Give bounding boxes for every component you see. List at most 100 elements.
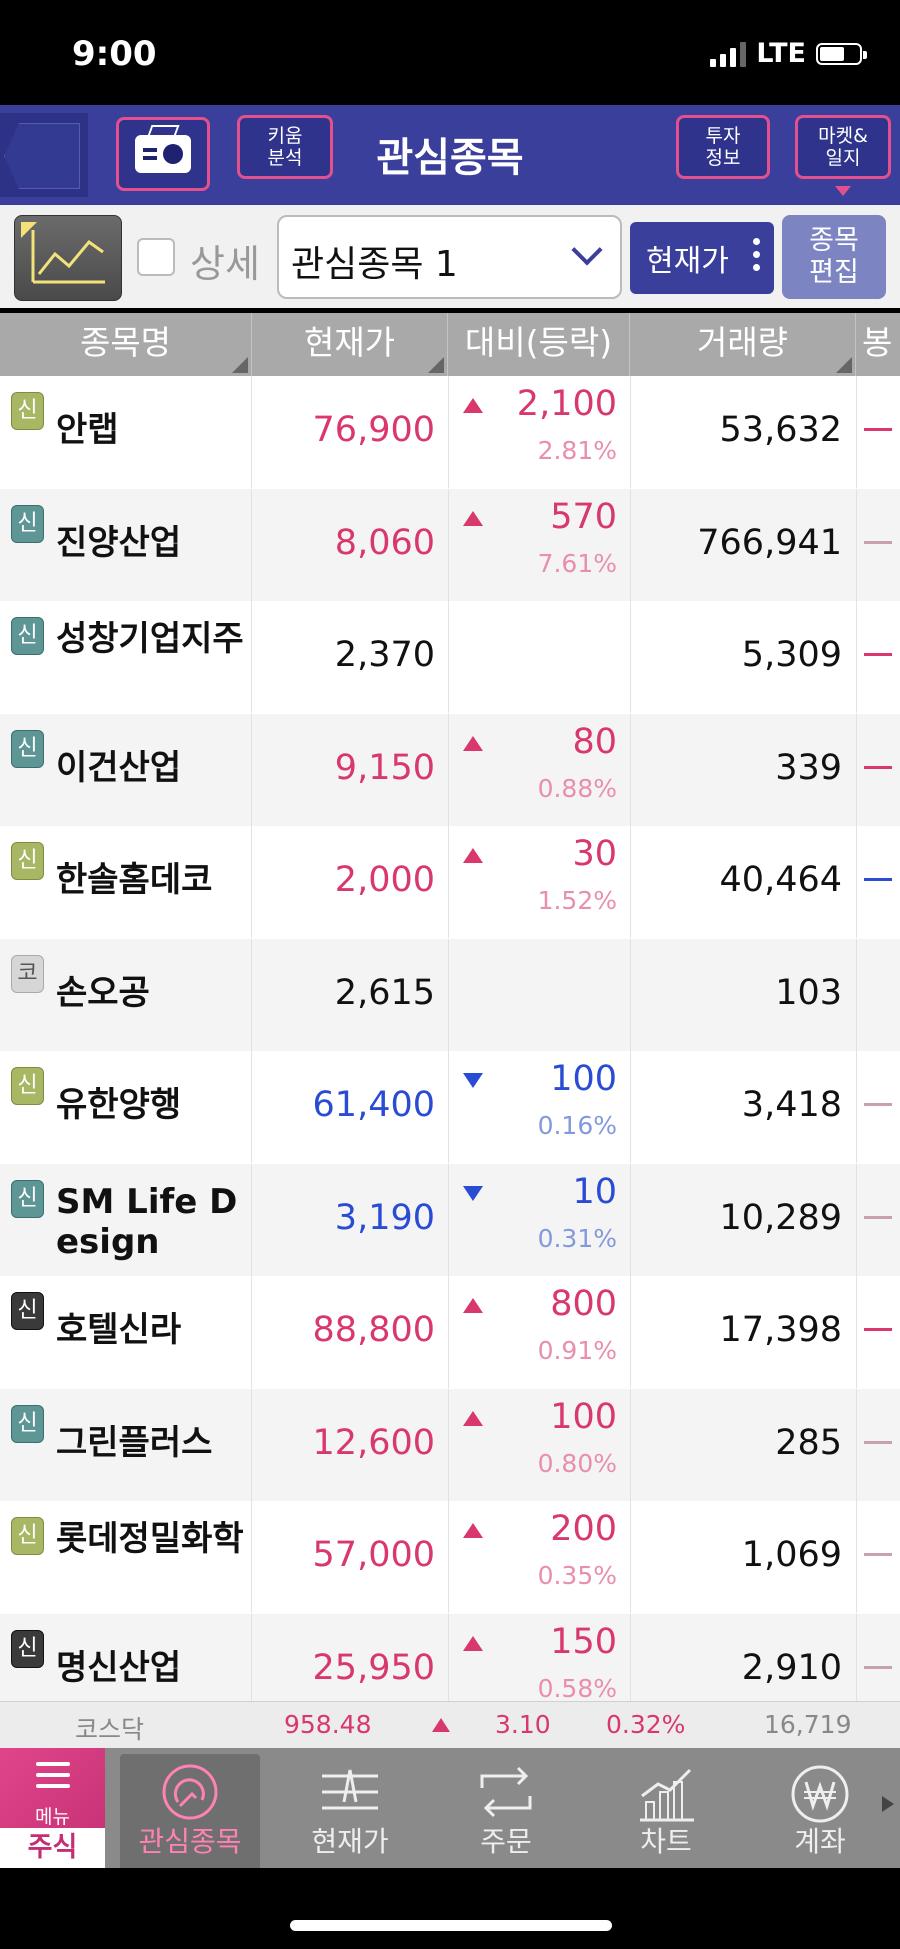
table-row[interactable]: 코 손오공 2,615 103 xyxy=(0,938,900,1051)
detail-checkbox[interactable] xyxy=(137,238,175,276)
stock-change-pct: 0.31% xyxy=(537,1223,617,1253)
signal-icon xyxy=(710,41,747,67)
table-row[interactable]: 신 그린플러스 12,600 100 0.80% 285 xyxy=(0,1388,900,1501)
stock-change-pct: 0.91% xyxy=(537,1336,617,1365)
mini-candle xyxy=(864,1440,892,1444)
stock-change: 800 xyxy=(550,1284,617,1324)
menu-icon xyxy=(36,1762,70,1795)
stock-price: 57,000 xyxy=(312,1535,435,1575)
index-bar[interactable]: 코스닥 958.48 3.10 0.32% 16,719 xyxy=(0,1701,900,1749)
stock-list[interactable]: 신 안랩 76,900 2,100 2.81% 53,632 신 진양산업 8,060 570 7.… xyxy=(0,376,900,1701)
triangle-up-icon xyxy=(463,1410,483,1426)
invest-info-button[interactable]: 투자 정보 xyxy=(676,115,770,179)
stock-change: 80 xyxy=(572,721,617,762)
triangle-down-icon xyxy=(463,1185,483,1201)
stock-name: 이건산업 xyxy=(56,747,182,788)
stock-price: 25,950 xyxy=(312,1647,435,1688)
table-row[interactable]: 신 진양산업 8,060 570 7.61% 766,941 xyxy=(0,488,900,601)
mini-candle xyxy=(864,1553,892,1556)
stock-change-pct: 0.16% xyxy=(537,1111,617,1140)
triangle-up-icon xyxy=(463,1523,483,1538)
group-select[interactable]: 관심종목 1 xyxy=(277,215,622,299)
index-name: 코스닥 xyxy=(75,1715,145,1744)
stock-price: 2,370 xyxy=(334,635,435,675)
stock-price: 76,900 xyxy=(312,410,435,450)
home-area xyxy=(0,1868,900,1949)
stock-name: 손오공 xyxy=(56,972,150,1013)
table-row[interactable]: 신 유한양행 61,400 100 0.16% 3,418 xyxy=(0,1051,900,1163)
tab-watchlist[interactable]: 관심종목 xyxy=(120,1754,260,1868)
stock-name: 호텔신라 xyxy=(56,1310,182,1350)
market-badge: 신 xyxy=(11,729,44,768)
group-select-value: 관심종목 1 xyxy=(291,244,458,285)
stock-change: 150 xyxy=(550,1621,617,1662)
table-row[interactable]: 신 이건산업 9,150 80 0.88% 339 xyxy=(0,713,900,826)
stock-change-pct: 0.35% xyxy=(537,1561,617,1590)
mini-candle xyxy=(864,1328,892,1331)
stock-change-pct: 7.61% xyxy=(537,548,617,578)
table-row[interactable]: 신 한솔홈데코 2,000 30 1.52% 40,464 xyxy=(0,826,900,938)
tab-price-label: 현재가 xyxy=(311,1825,389,1858)
triangle-up-icon xyxy=(463,1635,483,1651)
market-badge: 신 xyxy=(11,1067,44,1105)
stock-volume: 40,464 xyxy=(719,860,842,900)
menu-label: 메뉴 xyxy=(35,1806,70,1828)
table-row[interactable]: 신 SM Life Design 3,190 10 0.31% 10,289 xyxy=(0,1163,900,1276)
tab-account[interactable]: 계좌 xyxy=(750,1754,890,1868)
stock-change: 30 xyxy=(572,834,617,874)
column-header: 종목명 현재가 대비(등락) 거래량 봉 xyxy=(0,313,900,376)
table-row[interactable]: 신 명신산업 25,950 150 0.58% 2,910 xyxy=(0,1613,900,1702)
mini-candle xyxy=(864,878,892,881)
stock-category-button[interactable]: 주식 xyxy=(0,1828,105,1868)
table-row[interactable]: 신 호텔신라 88,800 800 0.91% 17,398 xyxy=(0,1276,900,1388)
mini-candle xyxy=(864,1103,892,1106)
tab-chart-label: 차트 xyxy=(640,1825,692,1858)
tab-price[interactable]: 현재가 xyxy=(280,1754,420,1868)
col-change[interactable]: 대비(등락) xyxy=(448,313,630,376)
col-name[interactable]: 종목명 xyxy=(0,313,252,376)
index-up-icon xyxy=(432,1718,450,1732)
market-badge: 신 xyxy=(11,1629,44,1668)
stock-volume: 53,632 xyxy=(719,410,842,450)
stock-price: 12,600 xyxy=(312,1422,435,1463)
tab-order[interactable]: 주문 xyxy=(436,1754,576,1868)
stock-price: 3,190 xyxy=(334,1197,435,1238)
stock-volume: 10,289 xyxy=(719,1197,842,1238)
table-row[interactable]: 신 성창기업지주 2,370 5,309 xyxy=(0,601,900,713)
chart-toggle-button[interactable] xyxy=(14,215,122,301)
table-row[interactable]: 신 롯데정밀화학 57,000 200 0.35% 1,069 xyxy=(0,1501,900,1613)
table-row[interactable]: 신 안랩 76,900 2,100 2.81% 53,632 xyxy=(0,376,900,488)
edit-stocks-button[interactable]: 종목 편집 xyxy=(782,215,886,299)
mini-candle xyxy=(864,540,892,544)
nav-more-icon[interactable] xyxy=(882,1796,894,1812)
stock-name: 한솔홈데코 xyxy=(56,860,213,900)
toolbar: 상세 관심종목 1 현재가 종목 편집 xyxy=(0,205,900,308)
stock-change: 10 xyxy=(572,1171,617,1212)
home-indicator[interactable] xyxy=(290,1920,612,1931)
market-badge: 신 xyxy=(11,1517,44,1555)
stock-change-pct: 0.58% xyxy=(537,1673,617,1702)
index-value: 958.48 xyxy=(284,1710,372,1739)
tab-chart[interactable]: 차트 xyxy=(596,1754,736,1868)
stock-volume: 103 xyxy=(775,972,842,1013)
mini-candle xyxy=(864,1665,892,1669)
market-badge: 신 xyxy=(11,392,44,430)
line-chart-icon xyxy=(21,222,105,284)
col-price[interactable]: 현재가 xyxy=(252,313,448,376)
stock-change-pct: 0.88% xyxy=(537,773,617,803)
chart-icon xyxy=(640,1768,694,1822)
stock-change: 100 xyxy=(550,1396,617,1437)
mini-candle xyxy=(864,765,892,769)
battery-icon xyxy=(816,42,867,65)
market-journal-button[interactable]: 마켓& 일지 xyxy=(795,115,891,179)
mini-candle xyxy=(864,428,892,431)
market-badge: 신 xyxy=(11,504,44,543)
col-volume[interactable]: 거래량 xyxy=(630,313,856,376)
stock-price: 8,060 xyxy=(334,522,435,563)
network-label: LTE xyxy=(756,38,806,69)
status-indicators: LTE xyxy=(710,38,867,69)
price-mode-button[interactable]: 현재가 xyxy=(630,222,774,294)
triangle-down-icon xyxy=(463,1073,483,1088)
menu-button[interactable]: 메뉴 주식 xyxy=(0,1748,105,1868)
price-icon xyxy=(322,1769,378,1810)
